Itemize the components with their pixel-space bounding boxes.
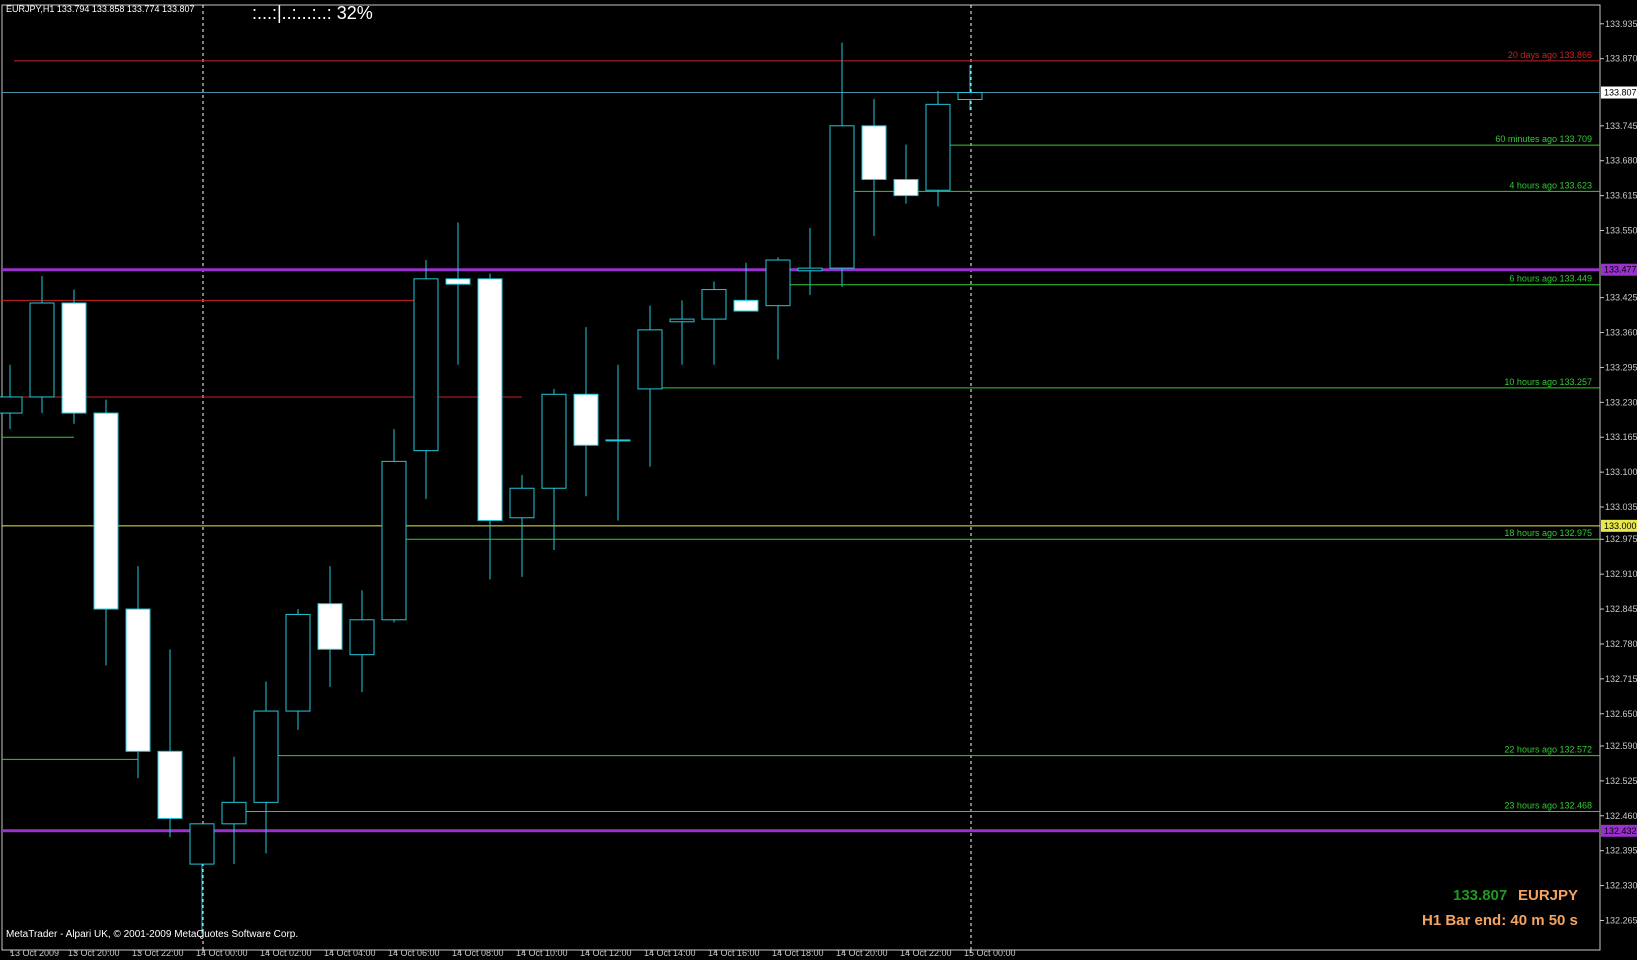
y-tick-label: 132.590 (1605, 741, 1637, 751)
level-label: 6 hours ago 133.449 (1509, 274, 1592, 284)
bar-end-countdown: H1 Bar end: 40 m 50 s (1422, 912, 1578, 929)
current-price-badge: 133.807 (1453, 887, 1508, 904)
y-tick-label: 133.935 (1605, 19, 1637, 29)
candle-body (509, 487, 535, 519)
y-tick-label: 132.975 (1605, 534, 1637, 544)
candle-body (189, 823, 215, 865)
candle-body (733, 299, 759, 312)
y-tick-label: 133.550 (1605, 226, 1637, 236)
level-label: 10 hours ago 133.257 (1504, 377, 1592, 387)
x-tick-label: 14 Oct 10:00 (516, 948, 568, 958)
candle-body (317, 603, 343, 650)
y-tick-label: 132.395 (1605, 846, 1637, 856)
y-tick-label: 132.525 (1605, 776, 1637, 786)
candlestick-chart[interactable]: 20 days ago 133.866 60 minutes ago 133.70… (0, 0, 1637, 960)
y-tick-label: 133.035 (1605, 502, 1637, 512)
candle-body (701, 289, 727, 320)
y-tick-label: 132.780 (1605, 639, 1637, 649)
y-tick-label: 132.330 (1605, 881, 1637, 891)
candle-body (957, 92, 983, 101)
round-price-tag: 133.000 (1604, 521, 1637, 531)
x-tick-label: 14 Oct 04:00 (324, 948, 376, 958)
y-tick-label: 133.615 (1605, 191, 1637, 201)
candle-body (893, 179, 919, 197)
y-tick-label: 133.295 (1605, 362, 1637, 372)
candle-body (829, 125, 855, 269)
chart-symbol-header: EURJPY,H1 133.794 133.858 133.774 133.80… (6, 4, 195, 14)
y-tick-label: 133.165 (1605, 432, 1637, 442)
y-tick-label: 132.265 (1605, 915, 1637, 925)
level-label: 23 hours ago 132.468 (1504, 800, 1592, 810)
candle-body (29, 302, 55, 398)
level-label: 22 hours ago 132.572 (1504, 745, 1592, 755)
y-tick-label: 132.715 (1605, 674, 1637, 684)
x-tick-label: 13 Oct 22:00 (132, 948, 184, 958)
copyright-text: MetaTrader - Alpari UK, © 2001-2009 Meta… (6, 929, 299, 940)
y-tick-label: 133.425 (1605, 293, 1637, 303)
bid-price-tag: 133.807 (1604, 88, 1637, 98)
candle-body (285, 613, 311, 712)
candle-body (541, 393, 567, 489)
x-tick-label: 14 Oct 12:00 (580, 948, 632, 958)
y-tick-label: 133.870 (1605, 54, 1637, 64)
y-tick-label: 132.845 (1605, 604, 1637, 614)
candle-body (125, 608, 151, 752)
pivot-price-tag: 133.477 (1604, 265, 1637, 275)
y-tick-label: 133.230 (1605, 397, 1637, 407)
level-label: 18 hours ago 132.975 (1504, 528, 1592, 538)
level-label: 4 hours ago 133.623 (1509, 180, 1592, 190)
candle-body (0, 396, 23, 414)
x-tick-label: 14 Oct 02:00 (260, 948, 312, 958)
candle-body (669, 318, 695, 323)
x-tick-label: 14 Oct 06:00 (388, 948, 440, 958)
pivot-price-tag: 132.432 (1604, 826, 1637, 836)
candle-body (861, 125, 887, 181)
x-tick-label: 14 Oct 00:00 (196, 948, 248, 958)
x-tick-label: 14 Oct 18:00 (772, 948, 824, 958)
candle-body (413, 278, 439, 452)
x-tick-label: 14 Oct 08:00 (452, 948, 504, 958)
y-tick-label: 132.910 (1605, 569, 1637, 579)
candle-body (381, 460, 407, 621)
progress-percent: 32% (336, 3, 373, 23)
symbol-badge: EURJPY (1518, 887, 1579, 904)
level-label: 20 days ago 133.866 (1508, 50, 1592, 60)
candle-body (93, 412, 119, 610)
y-tick-label: 133.745 (1605, 121, 1637, 131)
y-tick-label: 133.680 (1605, 156, 1637, 166)
candle-body (61, 302, 87, 414)
candle-body (349, 619, 375, 656)
x-tick-label: 14 Oct 16:00 (708, 948, 760, 958)
candle-body (605, 439, 631, 442)
progress-indicator: :...:|..:...:..: 32% (252, 3, 373, 24)
candle-body (157, 750, 183, 819)
x-tick-label: 14 Oct 14:00 (644, 948, 696, 958)
y-tick-label: 133.100 (1605, 467, 1637, 477)
candle-body (253, 710, 279, 803)
candle-body (221, 801, 247, 825)
candle-body (797, 267, 823, 272)
x-tick-label: 14 Oct 22:00 (900, 948, 952, 958)
y-tick-label: 132.460 (1605, 811, 1637, 821)
candle-body (573, 393, 599, 446)
y-tick-label: 132.650 (1605, 709, 1637, 719)
candle-body (925, 103, 951, 191)
candle-body (445, 278, 471, 285)
candle-body (765, 259, 791, 307)
x-tick-label: 14 Oct 20:00 (836, 948, 888, 958)
progress-dots: :...:|..:...:..: (252, 3, 332, 23)
x-tick-label: 13 Oct 2009 (10, 948, 59, 958)
y-tick-label: 133.360 (1605, 328, 1637, 338)
candle-body (477, 278, 503, 521)
candle-body (637, 329, 663, 390)
x-tick-label: 15 Oct 00:00 (964, 948, 1016, 958)
level-label: 60 minutes ago 133.709 (1495, 134, 1592, 144)
x-tick-label: 13 Oct 20:00 (68, 948, 120, 958)
